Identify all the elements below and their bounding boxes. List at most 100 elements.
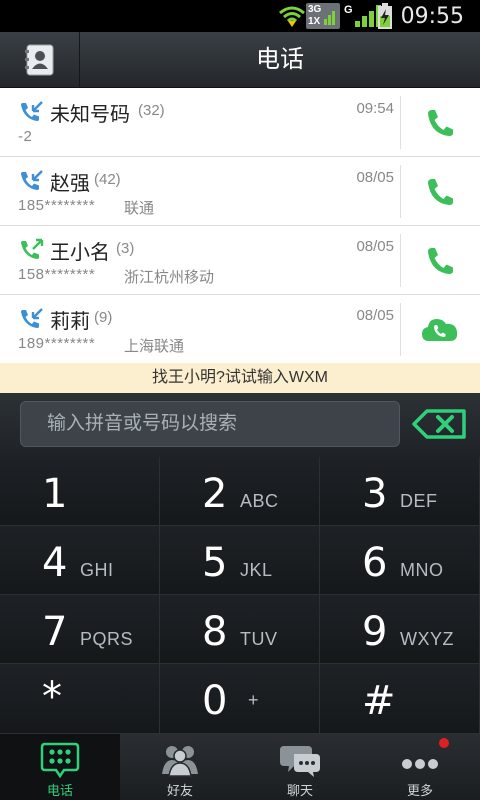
call-log-row[interactable]: 未知号码 (32) -2 09:54 xyxy=(0,88,480,157)
call-count: (3) xyxy=(116,240,135,257)
call-log-row[interactable]: 王小名 (3) 158******** 浙江杭州移动 08/05 xyxy=(0,226,480,295)
network-1x-label: 1X xyxy=(308,16,321,27)
phone-icon xyxy=(428,178,453,205)
key-star[interactable]: * xyxy=(0,664,160,734)
battery-charging-icon xyxy=(377,0,393,32)
call-button[interactable] xyxy=(400,226,480,295)
bottom-nav: 电话 好友 聊天 更多 xyxy=(0,734,480,800)
contacts-book-icon xyxy=(24,44,53,76)
key-letters: MNO xyxy=(400,560,444,580)
contact-name: 莉莉 xyxy=(50,311,90,333)
key-0[interactable]: 0 + xyxy=(160,664,320,734)
key-letters: TUV xyxy=(240,629,278,649)
contact-number: 158******** xyxy=(18,266,96,283)
key-6[interactable]: 6 MNO xyxy=(320,526,480,595)
tab-label: 聊天 xyxy=(286,783,313,798)
call-count: (42) xyxy=(94,171,121,188)
missed-call-icon xyxy=(21,170,43,190)
tab-chat[interactable]: 聊天 xyxy=(240,734,360,800)
outgoing-call-icon xyxy=(21,238,44,259)
phone-icon xyxy=(428,247,453,274)
key-digit: 0 xyxy=(202,678,228,724)
app-header: 电话 xyxy=(0,32,480,88)
key-letters: DEF xyxy=(400,491,438,511)
network-3g-label: 3G xyxy=(308,4,322,15)
key-digit: # xyxy=(362,678,396,724)
contact-number: -2 xyxy=(18,128,33,145)
key-8[interactable]: 8 TUV xyxy=(160,595,320,664)
call-log-row[interactable]: 莉莉 (9) 189******** 上海联通 08/05 xyxy=(0,295,480,364)
contact-number: 185******** xyxy=(18,197,96,214)
call-time: 08/05 xyxy=(356,238,394,255)
call-time: 08/05 xyxy=(356,307,394,324)
cloud-call-icon xyxy=(422,318,458,341)
call-log-list: 未知号码 (32) -2 09:54 赵强 (42) 185******** 联… xyxy=(0,88,480,364)
contact-name: 王小名 xyxy=(50,242,110,264)
chat-icon xyxy=(280,742,320,778)
missed-call-icon xyxy=(21,101,43,121)
backspace-icon xyxy=(412,409,466,439)
call-time: 09:54 xyxy=(356,100,394,117)
search-bar xyxy=(0,393,480,457)
call-count: (32) xyxy=(138,102,165,119)
signal-icon: G xyxy=(344,0,381,32)
tab-phone[interactable]: 电话 xyxy=(0,734,120,800)
tab-more[interactable]: 更多 xyxy=(360,734,480,800)
call-count: (9) xyxy=(94,309,113,326)
key-hash[interactable]: # xyxy=(320,664,480,734)
call-time: 08/05 xyxy=(356,169,394,186)
network-g-label: G xyxy=(344,4,353,16)
status-bar: 3G 1X G 09:55 xyxy=(0,0,480,32)
key-letters: PQRS xyxy=(80,629,134,649)
key-4[interactable]: 4 GHI xyxy=(0,526,160,595)
tab-label: 电话 xyxy=(46,783,73,798)
tab-label: 好友 xyxy=(166,783,193,798)
key-9[interactable]: 9 WXYZ xyxy=(320,595,480,664)
network-type-icon: 3G 1X xyxy=(306,0,340,32)
key-digit: 2 xyxy=(202,471,228,517)
key-3[interactable]: 3 DEF xyxy=(320,457,480,526)
key-digit: 6 xyxy=(362,540,388,586)
key-letters: + xyxy=(248,690,260,710)
contact-name: 赵强 xyxy=(50,173,90,195)
key-digit: * xyxy=(42,674,62,720)
call-button[interactable] xyxy=(400,157,480,226)
key-letters: GHI xyxy=(80,560,114,580)
key-digit: 5 xyxy=(202,540,228,586)
wifi-icon xyxy=(278,0,306,32)
missed-call-icon xyxy=(21,308,43,328)
key-digit: 9 xyxy=(362,609,388,655)
key-digit: 4 xyxy=(42,540,68,586)
contacts-button[interactable] xyxy=(0,32,80,88)
key-letters: WXYZ xyxy=(400,629,454,649)
contact-location: 浙江杭州移动 xyxy=(124,269,215,286)
key-2[interactable]: 2 ABC xyxy=(160,457,320,526)
phone-icon xyxy=(428,109,453,136)
call-log-row[interactable]: 赵强 (42) 185******** 联通 08/05 xyxy=(0,157,480,226)
key-digit: 8 xyxy=(202,609,228,655)
contact-number: 189******** xyxy=(18,335,96,352)
search-input[interactable] xyxy=(20,401,400,447)
key-digit: 7 xyxy=(42,609,68,655)
dialpad-icon xyxy=(40,742,80,778)
more-icon xyxy=(400,742,440,778)
key-letters: JKL xyxy=(240,560,273,580)
contact-name: 未知号码 xyxy=(50,104,130,126)
key-digit: 3 xyxy=(362,471,388,517)
friends-icon xyxy=(160,742,200,778)
cloud-call-button[interactable] xyxy=(400,295,480,364)
tab-friends[interactable]: 好友 xyxy=(120,734,240,800)
tab-label: 更多 xyxy=(406,783,433,798)
key-digit: 1 xyxy=(42,471,68,517)
notification-badge xyxy=(439,738,449,748)
call-button[interactable] xyxy=(400,88,480,157)
dialpad: 1 2 ABC 3 DEF 4 GHI 5 JKL 6 MNO 7 PQRS 8… xyxy=(0,457,480,734)
backspace-button[interactable] xyxy=(410,403,468,445)
key-5[interactable]: 5 JKL xyxy=(160,526,320,595)
search-hint-banner: 找王小明?试试输入WXM xyxy=(0,363,480,393)
key-7[interactable]: 7 PQRS xyxy=(0,595,160,664)
key-1[interactable]: 1 xyxy=(0,457,160,526)
contact-location: 联通 xyxy=(124,200,155,217)
contact-location: 上海联通 xyxy=(124,338,185,355)
status-time: 09:55 xyxy=(400,3,464,29)
